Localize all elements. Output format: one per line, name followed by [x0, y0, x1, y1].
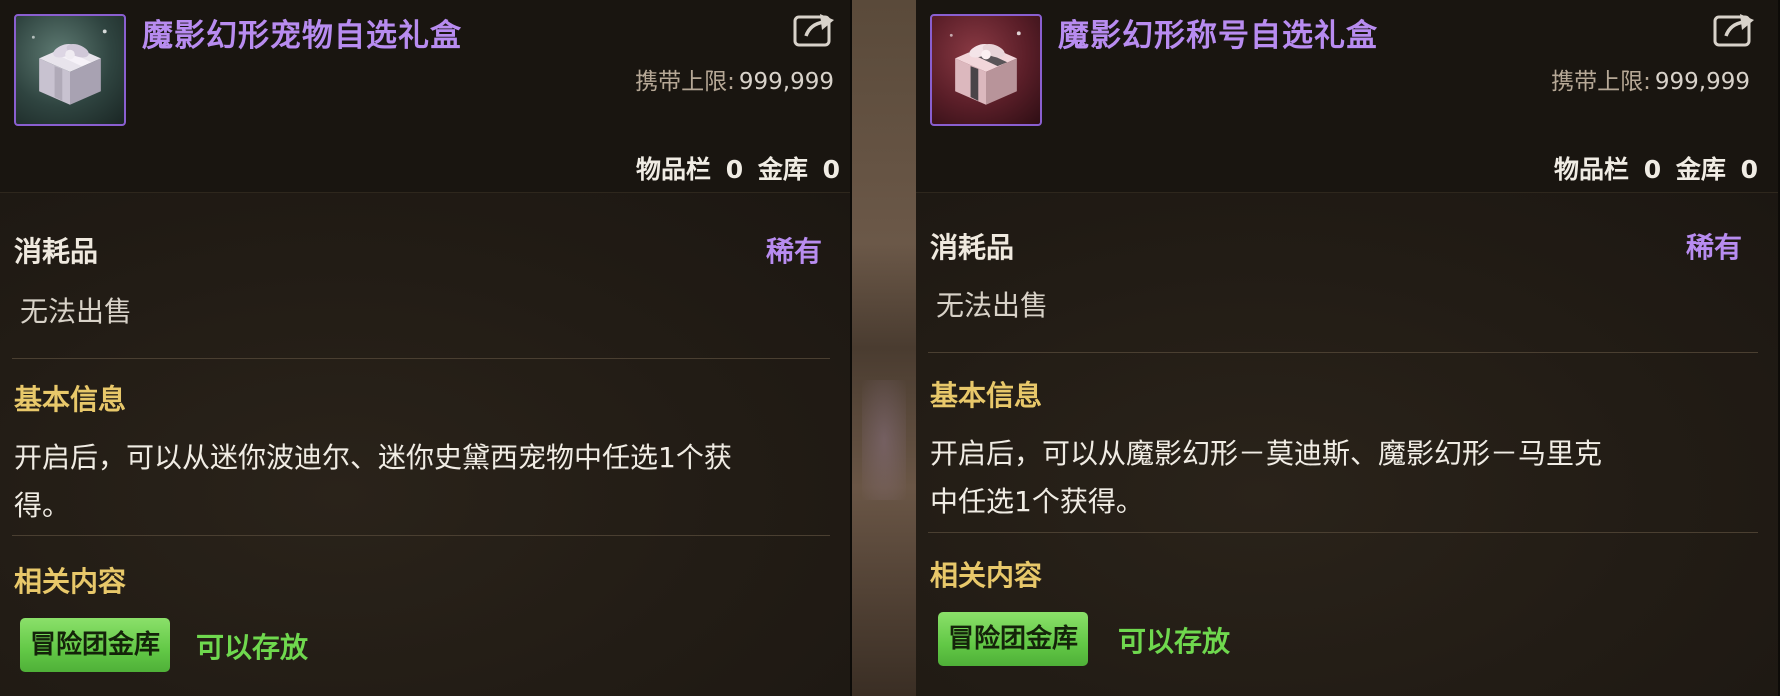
- item-category: 消耗品: [14, 235, 99, 268]
- storable-status: 可以存放: [196, 631, 309, 664]
- description-line: 中任选1个获得。: [930, 485, 1144, 518]
- carry-limit: 携带上限: 999,999: [1551, 62, 1750, 96]
- related-content-title: 相关内容: [930, 559, 1043, 592]
- gift-box-icon: [930, 14, 1042, 126]
- divider: [928, 532, 1758, 533]
- carry-limit-value: 999,999: [1654, 69, 1750, 95]
- item-tooltip-title-box: 魔影幻形称号自选礼盒 携带上限: 999,999 物品栏 0 金库 0 消耗品 稀…: [916, 0, 1780, 696]
- item-rarity: 稀有: [766, 235, 823, 268]
- share-icon[interactable]: [1712, 10, 1758, 48]
- item-tooltip-pet-box: 魔影幻形宠物自选礼盒 携带上限: 999,999 物品栏 0 金库 0 消耗品 稀…: [0, 0, 852, 696]
- divider: [12, 358, 830, 359]
- tooltip-header: 魔影幻形宠物自选礼盒 携带上限: 999,999 物品栏 0 金库 0: [0, 0, 850, 193]
- bank-count: 0: [822, 155, 840, 184]
- basic-info-title: 基本信息: [930, 379, 1043, 412]
- item-title: 魔影幻形称号自选礼盒: [1058, 18, 1378, 54]
- inventory-count: 0: [725, 155, 744, 184]
- inventory-label: 物品栏: [636, 155, 712, 184]
- sell-status: 无法出售: [936, 289, 1049, 322]
- storable-status: 可以存放: [1118, 625, 1231, 658]
- item-rarity: 稀有: [1686, 231, 1743, 264]
- tooltip-comparison-view: 魔影幻形宠物自选礼盒 携带上限: 999,999 物品栏 0 金库 0 消耗品 稀…: [0, 0, 1780, 696]
- storage-counts: 物品栏 0 金库 0: [636, 150, 840, 186]
- carry-limit-value: 999,999: [738, 69, 834, 95]
- related-content-title: 相关内容: [14, 565, 127, 598]
- gift-box-icon: [14, 14, 126, 126]
- inventory-label: 物品栏: [1554, 155, 1630, 184]
- item-description: 开启后，可以从魔影幻形－莫迪斯、魔影幻形－马里克 中任选1个获得。: [930, 430, 1750, 526]
- carry-limit-label: 携带上限:: [635, 69, 735, 95]
- share-icon[interactable]: [792, 10, 838, 48]
- storage-counts: 物品栏 0 金库 0: [1554, 150, 1758, 186]
- background-gap: [852, 0, 916, 696]
- inventory-count: 0: [1643, 155, 1662, 184]
- bank-label: 金库: [1675, 155, 1726, 184]
- guild-bank-button[interactable]: 冒险团金库: [20, 618, 171, 672]
- bank-label: 金库: [757, 155, 808, 184]
- tooltip-header: 魔影幻形称号自选礼盒 携带上限: 999,999 物品栏 0 金库 0: [916, 0, 1778, 193]
- description-line: 开启后，可以从魔影幻形－莫迪斯、魔影幻形－马里克: [930, 437, 1603, 470]
- divider: [928, 352, 1758, 353]
- guild-bank-button[interactable]: 冒险团金库: [938, 612, 1089, 666]
- basic-info-title: 基本信息: [14, 383, 127, 416]
- item-description: 开启后，可以从迷你波迪尔、迷你史黛西宠物中任选1个获得。: [14, 441, 732, 522]
- bank-count: 0: [1740, 155, 1758, 184]
- carry-limit: 携带上限: 999,999: [635, 62, 834, 96]
- item-title: 魔影幻形宠物自选礼盒: [142, 18, 462, 54]
- sell-status: 无法出售: [20, 295, 133, 328]
- carry-limit-label: 携带上限:: [1551, 69, 1651, 95]
- divider: [12, 535, 830, 536]
- item-category: 消耗品: [930, 231, 1015, 264]
